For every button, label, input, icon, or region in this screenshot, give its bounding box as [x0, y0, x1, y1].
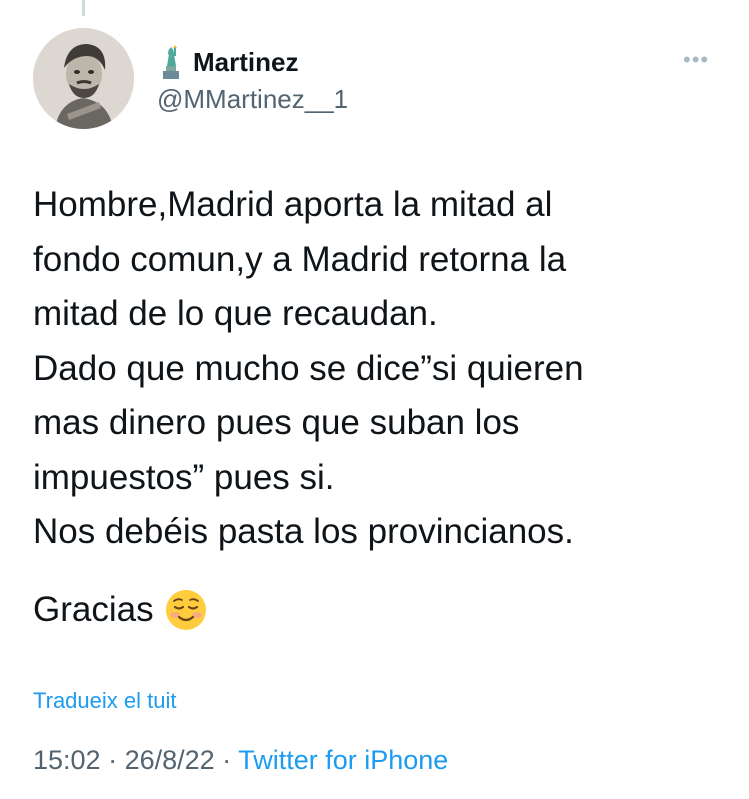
tweet-text-line: mitad de lo que recaudan.	[33, 294, 438, 333]
smiling-face-icon	[164, 588, 208, 632]
statue-of-liberty-icon	[157, 45, 185, 79]
tweet-closing-text: Gracias	[33, 590, 154, 629]
tweet-text-line: mas dinero pues que suban los	[33, 403, 520, 442]
tweet-source-link[interactable]: Twitter for iPhone	[238, 745, 448, 775]
tweet-text-line: Nos debéis pasta los provincianos.	[33, 512, 574, 551]
tweet-closing: Gracias	[33, 586, 208, 634]
author-display-name[interactable]: Martinez	[193, 47, 298, 78]
author-handle[interactable]: @MMartinez__1	[157, 84, 348, 115]
meta-separator: ·	[100, 745, 125, 775]
tweet-meta: 15:02 · 26/8/22 · Twitter for iPhone	[33, 745, 448, 776]
meta-separator: ·	[214, 745, 239, 775]
tweet-date[interactable]: 26/8/22	[125, 745, 215, 775]
tweet-text-line: impuestos” pues si.	[33, 457, 335, 497]
translate-tweet-link[interactable]: Tradueix el tuit	[33, 688, 176, 714]
more-options-icon[interactable]: •••	[683, 49, 709, 71]
tweet-text-line: Dado que mucho se dice”si quieren	[33, 348, 584, 388]
tweet-text-line: fondo comun,y a Madrid retorna la	[33, 239, 567, 279]
tweet-time[interactable]: 15:02	[33, 745, 101, 775]
avatar-image	[33, 28, 134, 129]
avatar[interactable]	[33, 28, 134, 129]
author-name-row[interactable]: Martinez	[157, 45, 298, 79]
tweet-text: Hombre,Madrid aporta la mitad al fondo c…	[33, 178, 723, 560]
tweet-text-line: Hombre,Madrid aporta la mitad al	[33, 185, 553, 224]
thread-connector-line	[82, 0, 85, 16]
